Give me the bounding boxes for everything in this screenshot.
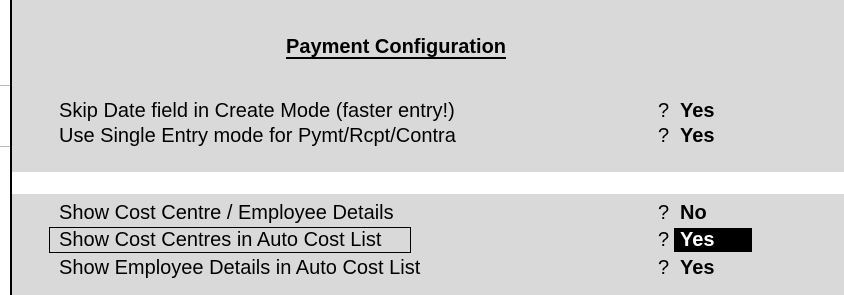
margin-tick [0,85,10,86]
option-label: Show Cost Centre / Employee Details [59,202,394,224]
option-value[interactable]: No [678,201,709,225]
payment-configuration-dialog: Payment Configuration Skip Date field in… [10,0,844,295]
option-row-single-entry[interactable]: Use Single Entry mode for Pymt/Rcpt/Cont… [12,124,844,148]
option-label: Use Single Entry mode for Pymt/Rcpt/Cont… [59,125,456,147]
option-question-mark: ? [658,229,670,251]
left-margin [0,0,10,295]
option-row-cost-centre-employee[interactable]: Show Cost Centre / Employee Details ? No [12,201,844,225]
option-label: Show Employee Details in Auto Cost List [59,257,421,279]
option-value[interactable]: Yes [678,99,716,123]
option-question-mark: ? [658,100,670,122]
option-label: Show Cost Centres in Auto Cost List [49,227,411,253]
option-row-employee-auto-list[interactable]: Show Employee Details in Auto Cost List … [12,256,844,280]
option-value-selected[interactable]: Yes [674,228,752,252]
option-question-mark: ? [658,125,670,147]
option-question-mark: ? [658,257,670,279]
option-question-mark: ? [658,202,670,224]
dialog-title: Payment Configuration [286,36,507,58]
margin-tick [0,146,10,147]
option-row-cost-centres-auto-list[interactable]: Show Cost Centres in Auto Cost List ? Ye… [12,227,844,253]
option-value[interactable]: Yes [678,124,716,148]
screen: Payment Configuration Skip Date field in… [0,0,844,295]
option-label: Skip Date field in Create Mode (faster e… [59,100,455,122]
option-value[interactable]: Yes [678,256,716,280]
option-row-skip-date[interactable]: Skip Date field in Create Mode (faster e… [12,99,844,123]
